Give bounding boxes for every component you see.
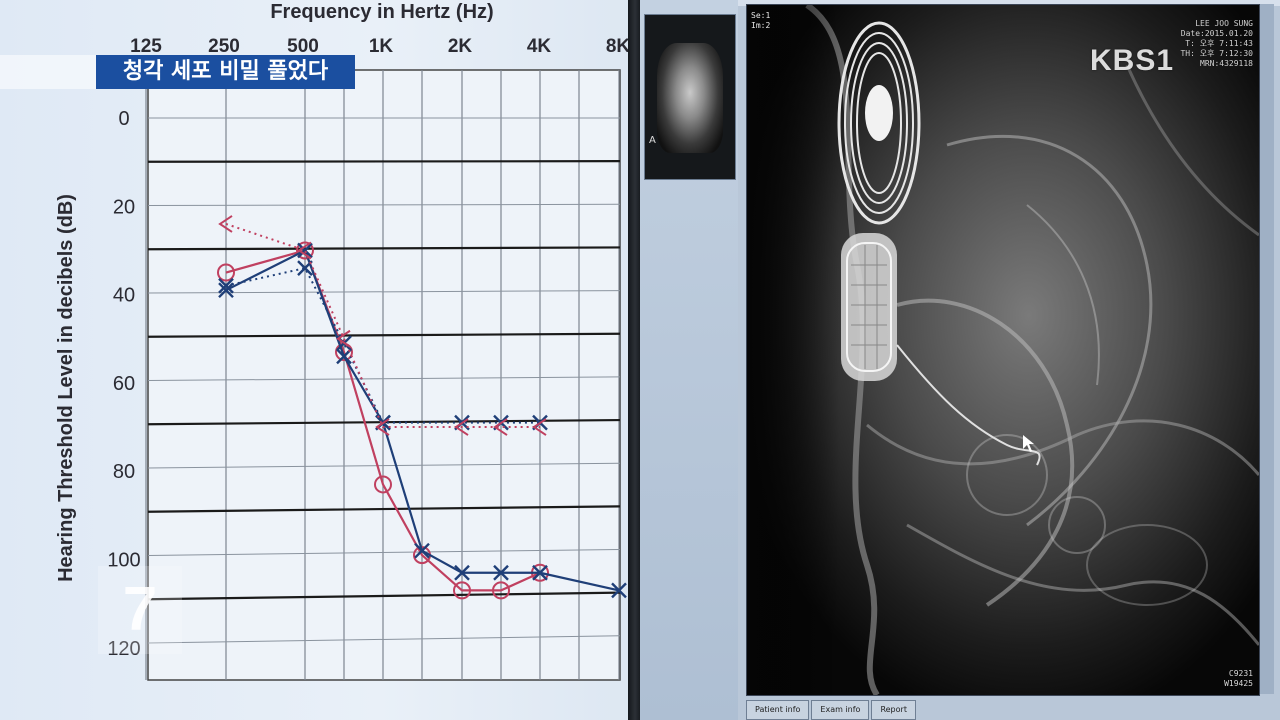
xray-image[interactable]: Se:1 Im:2 LEE JOO SUNG Date:2015.01.20 T… [746, 4, 1260, 696]
window-center: C9231 [1228, 669, 1253, 678]
image-series-info: Se:1 Im:2 [751, 11, 771, 30]
study-time-2: TH: 오후 7:12:30 [1180, 49, 1253, 58]
db-tick-label: 0 [118, 108, 129, 130]
audiogram-chart: Frequency in Hertz (Hz) 125 250 500 1K 2K 4K 8… [55, 1, 630, 681]
caption-accent [0, 55, 96, 89]
db-tick-label: 20 [113, 196, 135, 218]
broadcast-frame: Frequency in Hertz (Hz) 125 250 500 1K 2K 4K 8… [0, 0, 1280, 720]
horizontal-gridline [147, 160, 621, 163]
frequency-tick-label: 2K [448, 36, 473, 57]
frequency-tick-label: 4K [527, 36, 552, 57]
db-tick-label: 80 [113, 461, 135, 483]
chart-grid [145, 69, 621, 681]
frequency-tick-label: 500 [287, 36, 319, 57]
thumbnail-image [657, 43, 723, 153]
skull-thumbnail[interactable]: A [644, 14, 736, 180]
news-caption: 청각 세포 비밀 풀었다 [96, 55, 355, 89]
patient-info-overlay: LEE JOO SUNG Date:2015.01.20 T: 오후 7:11:… [1180, 19, 1253, 69]
channel-number-badge: 7 [98, 566, 182, 654]
tab-exam-info[interactable]: Exam info [811, 700, 870, 720]
patient-name: LEE JOO SUNG [1195, 19, 1253, 28]
frequency-tick-label: 250 [208, 36, 240, 57]
audiogram-monitor: Frequency in Hertz (Hz) 125 250 500 1K 2K 4K 8… [0, 0, 632, 720]
frequency-tick-label: 8K [606, 36, 631, 57]
db-tick-label: 60 [113, 373, 135, 395]
frequency-tick-label: 1K [369, 36, 394, 57]
skull-xray-drawing [747, 5, 1259, 695]
tab-report[interactable]: Report [871, 700, 916, 720]
db-tick-label: 40 [113, 285, 135, 307]
study-time: T: 오후 7:11:43 [1185, 39, 1253, 48]
channel-logo: KBS1 [1090, 44, 1175, 77]
window-level-info: C9231 W19425 [1224, 669, 1253, 689]
viewer-thumbnail-pane: A [640, 0, 738, 720]
patient-mrn: MRN:4329118 [1200, 59, 1253, 68]
db-axis-title: Hearing Threshold Level in decibels (dB) [55, 194, 77, 582]
xray-viewer: A Se:1 Im:2 LEE JOO SUNG Date:2015.01.20… [640, 0, 1280, 720]
frequency-axis-title: Frequency in Hertz (Hz) [270, 1, 493, 23]
frequency-tick-labels: 125 250 500 1K 2K 4K 8K [130, 36, 630, 57]
thumbnail-marker: A [649, 135, 656, 146]
frequency-tick-label: 125 [130, 36, 162, 57]
viewer-tabs: Patient info Exam info Report [746, 700, 916, 720]
viewer-scrollbar[interactable] [1260, 4, 1274, 694]
tab-patient-info[interactable]: Patient info [746, 700, 810, 720]
study-date: Date:2015.01.20 [1180, 29, 1253, 38]
window-width: W19425 [1224, 679, 1253, 688]
